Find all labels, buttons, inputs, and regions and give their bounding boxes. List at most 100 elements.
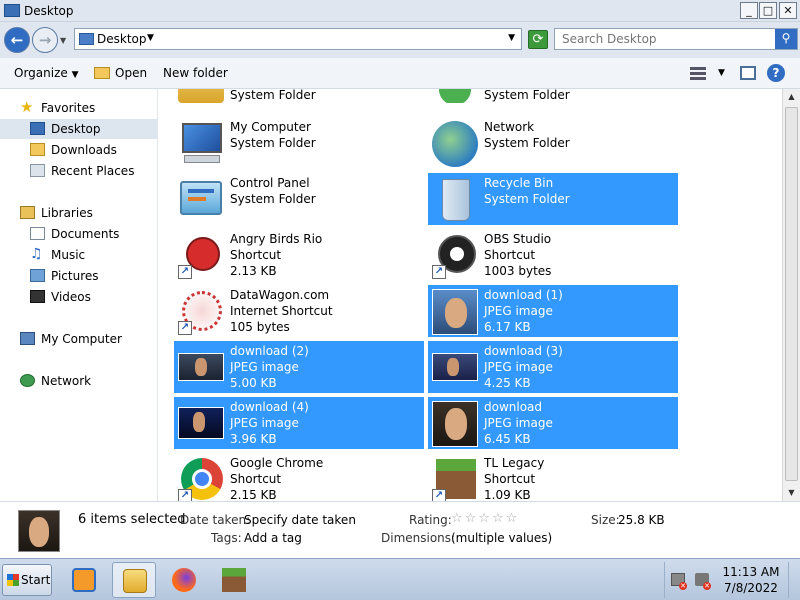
back-button[interactable]: ← xyxy=(4,27,30,53)
tags-value[interactable]: Add a tag xyxy=(244,531,302,545)
search-icon[interactable]: ⚲ xyxy=(775,29,797,49)
open-folder-icon xyxy=(94,67,110,79)
address-history-dropdown-icon[interactable]: ▼ xyxy=(508,33,515,43)
scroll-up-icon[interactable]: ▲ xyxy=(783,89,800,105)
address-bar[interactable]: Desktop ▼ ▼ xyxy=(74,28,522,50)
file-type: Shortcut xyxy=(484,472,536,486)
clock[interactable]: 11:13 AM 7/8/2022 xyxy=(719,564,783,596)
taskbar: Start ✕ ✕ 11:13 AM 7/8/2022 xyxy=(0,558,800,600)
file-name: DataWagon.com xyxy=(230,288,330,302)
file-size: 6.45 KB xyxy=(484,432,531,446)
minecraft-icon: ↗ xyxy=(432,457,478,501)
file-name: TL Legacy xyxy=(484,456,545,470)
media-player-icon xyxy=(72,568,96,592)
recent-pages-dropdown-icon[interactable]: ▼ xyxy=(60,36,66,45)
maximize-button[interactable]: □ xyxy=(759,2,777,19)
forward-button[interactable]: → xyxy=(32,27,58,53)
file-item[interactable]: System Folder xyxy=(428,89,678,105)
music-icon: ♫ xyxy=(30,246,43,262)
sidebar-item-libraries[interactable]: Libraries xyxy=(20,203,150,223)
file-item[interactable]: ↗ Google Chrome Shortcut 2.15 KB xyxy=(174,453,424,501)
file-item[interactable]: ↗ DataWagon.com Internet Shortcut 105 by… xyxy=(174,285,424,337)
minecraft-icon xyxy=(222,568,246,592)
shortcut-arrow-icon: ↗ xyxy=(432,265,446,279)
search-box[interactable]: ⚲ xyxy=(554,28,798,50)
recycle-bin-icon xyxy=(432,177,478,223)
sidebar-item-videos[interactable]: Videos xyxy=(30,287,150,307)
file-item[interactable]: ↗ OBS Studio Shortcut 1003 bytes xyxy=(428,229,678,281)
breadcrumb-chevron-down-icon[interactable]: ▼ xyxy=(147,33,154,43)
firefox-taskbar-button[interactable] xyxy=(162,562,206,598)
media-player-taskbar-button[interactable] xyxy=(62,562,106,598)
file-item-selected[interactable]: download (2) JPEG image 5.00 KB xyxy=(174,341,424,393)
photo-thumbnail-icon xyxy=(432,401,478,447)
sidebar-item-favorites[interactable]: ★ Favorites xyxy=(20,98,150,118)
view-options-chevron-down-icon[interactable]: ▼ xyxy=(718,68,725,78)
sidebar-item-label: Network xyxy=(41,374,92,388)
file-item-selected[interactable]: Recycle Bin System Folder xyxy=(428,173,678,225)
open-button[interactable]: Open xyxy=(115,66,147,80)
scroll-down-icon[interactable]: ▼ xyxy=(783,485,800,501)
file-name: Control Panel xyxy=(230,176,310,190)
file-item[interactable]: ↗ TL Legacy Shortcut 1.09 KB xyxy=(428,453,678,501)
organize-label: Organize xyxy=(14,66,68,80)
size-value: 25.8 KB xyxy=(618,513,665,527)
date-taken-value[interactable]: Specify date taken xyxy=(244,513,356,527)
file-item[interactable]: Network System Folder xyxy=(428,117,678,169)
file-name: Recycle Bin xyxy=(484,176,554,190)
navigation-pane: ★ Favorites Desktop Downloads Recent Pla… xyxy=(0,89,158,501)
minimize-button[interactable]: _ xyxy=(740,2,758,19)
address-bar-area: ← → ▼ Desktop ▼ ▼ ⟳ ⚲ xyxy=(0,22,800,58)
show-desktop-button[interactable] xyxy=(788,562,798,598)
file-name: download (1) xyxy=(484,288,563,302)
photo-thumbnail-icon xyxy=(432,353,478,381)
sidebar-item-my-computer[interactable]: My Computer xyxy=(20,329,150,349)
control-panel-icon xyxy=(178,177,224,223)
system-tray: ✕ ✕ 11:13 AM 7/8/2022 xyxy=(664,562,798,598)
file-size: 3.96 KB xyxy=(230,432,277,446)
search-input[interactable] xyxy=(555,29,773,49)
file-size: 1.09 KB xyxy=(484,488,531,501)
sidebar-item-network[interactable]: Network xyxy=(20,371,150,391)
rating-stars[interactable]: ☆☆☆☆☆ xyxy=(451,511,519,526)
scrollbar-thumb[interactable] xyxy=(785,107,798,481)
sidebar-item-label: Videos xyxy=(51,290,91,304)
explorer-taskbar-button[interactable] xyxy=(112,562,156,598)
help-icon[interactable]: ? xyxy=(767,64,785,82)
file-item[interactable]: ↗ Angry Birds Rio Shortcut 2.13 KB xyxy=(174,229,424,281)
refresh-button[interactable]: ⟳ xyxy=(528,30,548,49)
sidebar-item-downloads[interactable]: Downloads xyxy=(30,140,150,160)
error-badge-icon: ✕ xyxy=(679,582,687,590)
breadcrumb-desktop[interactable]: Desktop xyxy=(97,32,147,46)
selection-thumbnail xyxy=(18,510,60,552)
minecraft-taskbar-button[interactable] xyxy=(212,562,256,598)
sidebar-item-music[interactable]: ♫ Music xyxy=(30,245,150,265)
change-view-icon[interactable] xyxy=(690,67,706,80)
network-icon xyxy=(432,121,478,167)
new-folder-button[interactable]: New folder xyxy=(163,66,228,80)
close-button[interactable]: ✕ xyxy=(779,2,797,19)
file-name: My Computer xyxy=(230,120,311,134)
title-bar: Desktop _ □ ✕ xyxy=(0,0,800,22)
file-item[interactable]: My Computer System Folder xyxy=(174,117,424,169)
user-icon xyxy=(432,89,478,103)
organize-button[interactable]: Organize ▼ xyxy=(14,66,79,80)
file-item-selected[interactable]: download JPEG image 6.45 KB xyxy=(428,397,678,449)
file-item-selected[interactable]: download (3) JPEG image 4.25 KB xyxy=(428,341,678,393)
file-item-selected[interactable]: download (1) JPEG image 6.17 KB xyxy=(428,285,678,337)
pictures-icon xyxy=(30,269,45,282)
sidebar-item-pictures[interactable]: Pictures xyxy=(30,266,150,286)
file-item[interactable]: Control Panel System Folder xyxy=(174,173,424,225)
sidebar-item-recent-places[interactable]: Recent Places xyxy=(30,161,150,181)
sidebar-item-desktop[interactable]: Desktop xyxy=(0,119,157,139)
sidebar-item-documents[interactable]: Documents xyxy=(30,224,150,244)
file-size: 5.00 KB xyxy=(230,376,277,390)
start-button[interactable]: Start xyxy=(2,564,52,596)
computer-icon xyxy=(178,121,224,167)
file-item-selected[interactable]: download (4) JPEG image 3.96 KB xyxy=(174,397,424,449)
file-item[interactable]: System Folder xyxy=(174,89,424,105)
vertical-scrollbar[interactable]: ▲ ▼ xyxy=(782,89,800,501)
chrome-icon: ↗ xyxy=(178,457,224,501)
file-type: System Folder xyxy=(230,89,316,102)
preview-pane-icon[interactable] xyxy=(740,66,756,80)
